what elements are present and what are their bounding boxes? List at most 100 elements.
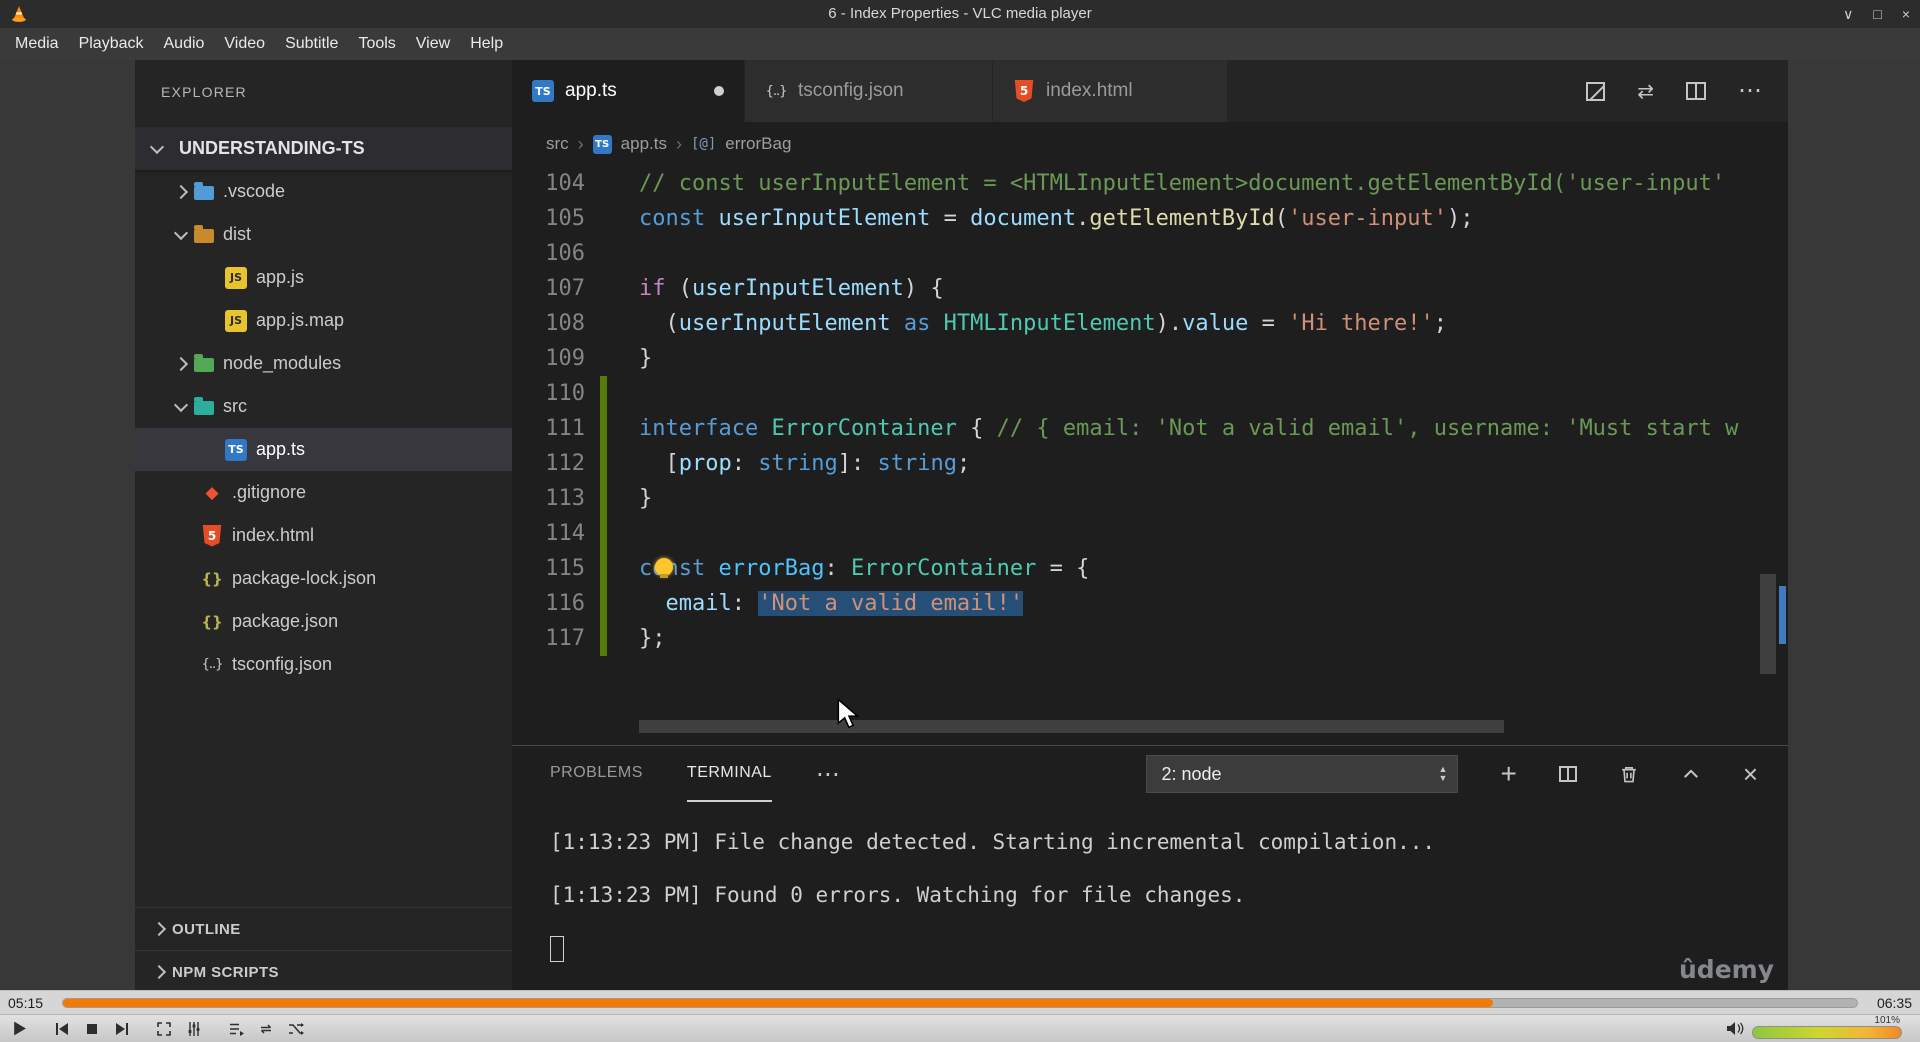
menu-audio[interactable]: Audio	[154, 30, 215, 58]
close-icon[interactable]: ×	[1902, 6, 1910, 22]
split-terminal-icon[interactable]	[1558, 766, 1577, 782]
code-line-104[interactable]: 104 // const userInputElement = <HTMLInpu…	[512, 166, 1788, 201]
volume-slider[interactable]	[1752, 1026, 1902, 1039]
seek-bar[interactable]	[62, 997, 1858, 1008]
maximize-icon[interactable]: □	[1873, 6, 1881, 22]
menu-playback[interactable]: Playback	[69, 30, 154, 58]
select-spinner-icon: ▲ ▼	[1438, 764, 1448, 783]
code-line-115[interactable]: 115 const errorBag: ErrorContainer = {	[512, 551, 1788, 586]
tree-item-label: .vscode	[223, 181, 286, 201]
tab-tsconfig-json[interactable]: {..} tsconfig.json	[745, 60, 993, 122]
crumb-app-ts[interactable]: app.ts	[621, 134, 667, 154]
line-number: 114	[545, 521, 585, 546]
random-button[interactable]	[282, 1017, 309, 1041]
line-number: 117	[545, 626, 585, 651]
crumb-errorbag[interactable]: errorBag	[725, 134, 791, 154]
open-changes-icon[interactable]	[1586, 81, 1606, 101]
tree-item-app-js-map[interactable]: JS app.js.map	[135, 299, 512, 342]
previous-button[interactable]	[48, 1017, 75, 1041]
code-line-110[interactable]: 110	[512, 376, 1788, 411]
menu-subtitle[interactable]: Subtitle	[275, 30, 348, 58]
modified-dot-icon[interactable]	[714, 86, 724, 96]
code-line-117[interactable]: 117};	[512, 621, 1788, 656]
code-text: email: 'Not a valid email!'	[665, 591, 1024, 616]
extended-settings-button[interactable]	[180, 1017, 207, 1041]
playlist-button[interactable]	[222, 1017, 249, 1041]
tree-item-package-json[interactable]: {} package.json	[135, 600, 512, 643]
menu-tools[interactable]: Tools	[348, 30, 405, 58]
explorer-sidebar: EXPLORER UNDERSTANDING-TS .vscode dist JS ap…	[135, 60, 512, 990]
kill-terminal-icon[interactable]	[1619, 764, 1639, 784]
menu-view[interactable]: View	[406, 30, 460, 58]
code-line-116[interactable]: 116 email: 'Not a valid email!'	[512, 586, 1788, 621]
loop-button[interactable]	[252, 1017, 279, 1041]
tree-item-app-ts[interactable]: TS app.ts	[135, 428, 512, 471]
split-editor-icon[interactable]	[1686, 82, 1706, 100]
lightbulb-icon[interactable]	[655, 558, 673, 578]
fullscreen-button[interactable]	[150, 1017, 177, 1041]
code-line-108[interactable]: 108 (userInputElement as HTMLInputElemen…	[512, 306, 1788, 341]
panel-more-icon[interactable]: ⋯	[816, 760, 840, 789]
terminal-output[interactable]: [1:13:23 PM] File change detected. Start…	[512, 802, 1788, 962]
minimize-icon[interactable]: ∨	[1843, 6, 1853, 23]
code-line-114[interactable]: 114	[512, 516, 1788, 551]
code-line-111[interactable]: 111 interface ErrorContainer { // { email…	[512, 411, 1788, 446]
chevron-down-icon[interactable]	[171, 398, 189, 416]
panel-tab-terminal[interactable]: TERMINAL	[686, 746, 772, 802]
chevron-right-icon[interactable]	[171, 183, 189, 201]
tree-item-app-js[interactable]: JS app.js	[135, 256, 512, 299]
tree-item-label: app.js.map	[256, 310, 345, 330]
explorer-sections: OUTLINE NPM SCRIPTS	[135, 907, 512, 990]
breadcrumb-separator-icon: ›	[675, 133, 682, 154]
chevron-down-icon[interactable]	[171, 226, 189, 244]
code-line-113[interactable]: 113}	[512, 481, 1788, 516]
code-line-106[interactable]: 106	[512, 236, 1788, 271]
code-line-107[interactable]: 107 if (userInputElement) {	[512, 271, 1788, 306]
stop-button[interactable]	[78, 1017, 105, 1041]
more-actions-icon[interactable]: ⋯	[1738, 79, 1762, 103]
terminal-select[interactable]: 2: node ▲ ▼	[1146, 755, 1459, 793]
chevron-down-icon[interactable]	[147, 140, 165, 158]
vscode-frame: EXPLORER UNDERSTANDING-TS .vscode dist JS ap…	[135, 60, 1788, 990]
code-line-105[interactable]: 105 const userInputElement = document.get…	[512, 201, 1788, 236]
tree-item-understanding-ts[interactable]: UNDERSTANDING-TS	[135, 127, 512, 170]
code-line-112[interactable]: 112 [prop: string]: string;	[512, 446, 1788, 481]
maximize-panel-icon[interactable]	[1681, 764, 1701, 784]
editor-tabbar: TS app.ts {..} tsconfig.json 5 index.html ⇄ ⋯	[512, 60, 1788, 122]
menu-media[interactable]: Media	[5, 30, 69, 58]
menu-help[interactable]: Help	[460, 30, 513, 58]
crumb-src[interactable]: src	[546, 134, 569, 154]
tree-item-label: src	[223, 396, 247, 416]
close-panel-icon[interactable]: ×	[1743, 761, 1758, 787]
tree-item-gitignore[interactable]: ◆ .gitignore	[135, 471, 512, 514]
play-button[interactable]	[6, 1017, 33, 1041]
chevron-right-icon[interactable]	[149, 963, 167, 981]
tree-item-dist[interactable]: dist	[135, 213, 512, 256]
tab-label: app.ts	[565, 80, 617, 101]
tree-item-package-lock-json[interactable]: {} package-lock.json	[135, 557, 512, 600]
tree-item-label: app.ts	[256, 439, 306, 459]
panel-tab-problems[interactable]: PROBLEMS	[550, 746, 643, 802]
speaker-icon[interactable]	[1726, 1021, 1745, 1036]
tree-item-tsconfig-json[interactable]: {..} tsconfig.json	[135, 643, 512, 686]
tree-item-index-html[interactable]: 5 index.html	[135, 514, 512, 557]
new-terminal-icon[interactable]: +	[1500, 760, 1516, 788]
chevron-right-icon[interactable]	[171, 355, 189, 373]
code-text: const userInputElement = document.getEle…	[639, 206, 1474, 231]
vertical-scrollbar[interactable]	[1760, 574, 1776, 674]
video-area[interactable]: EXPLORER UNDERSTANDING-TS .vscode dist JS ap…	[0, 60, 1920, 990]
tab-index-html[interactable]: 5 index.html	[993, 60, 1228, 122]
tree-item-src[interactable]: src	[135, 385, 512, 428]
tree-item-node-modules[interactable]: node_modules	[135, 342, 512, 385]
horizontal-scrollbar[interactable]	[639, 720, 1504, 733]
next-button[interactable]	[108, 1017, 135, 1041]
tree-item-vscode[interactable]: .vscode	[135, 170, 512, 213]
code-editor[interactable]: 104 // const userInputElement = <HTMLInpu…	[512, 166, 1788, 745]
compare-icon[interactable]: ⇄	[1637, 79, 1654, 104]
sidebar-section-npm-scripts[interactable]: NPM SCRIPTS	[135, 950, 512, 990]
code-line-109[interactable]: 109}	[512, 341, 1788, 376]
sidebar-section-outline[interactable]: OUTLINE	[135, 907, 512, 950]
menu-video[interactable]: Video	[214, 30, 275, 58]
tab-app-ts[interactable]: TS app.ts	[512, 60, 745, 122]
chevron-right-icon[interactable]	[149, 920, 167, 938]
